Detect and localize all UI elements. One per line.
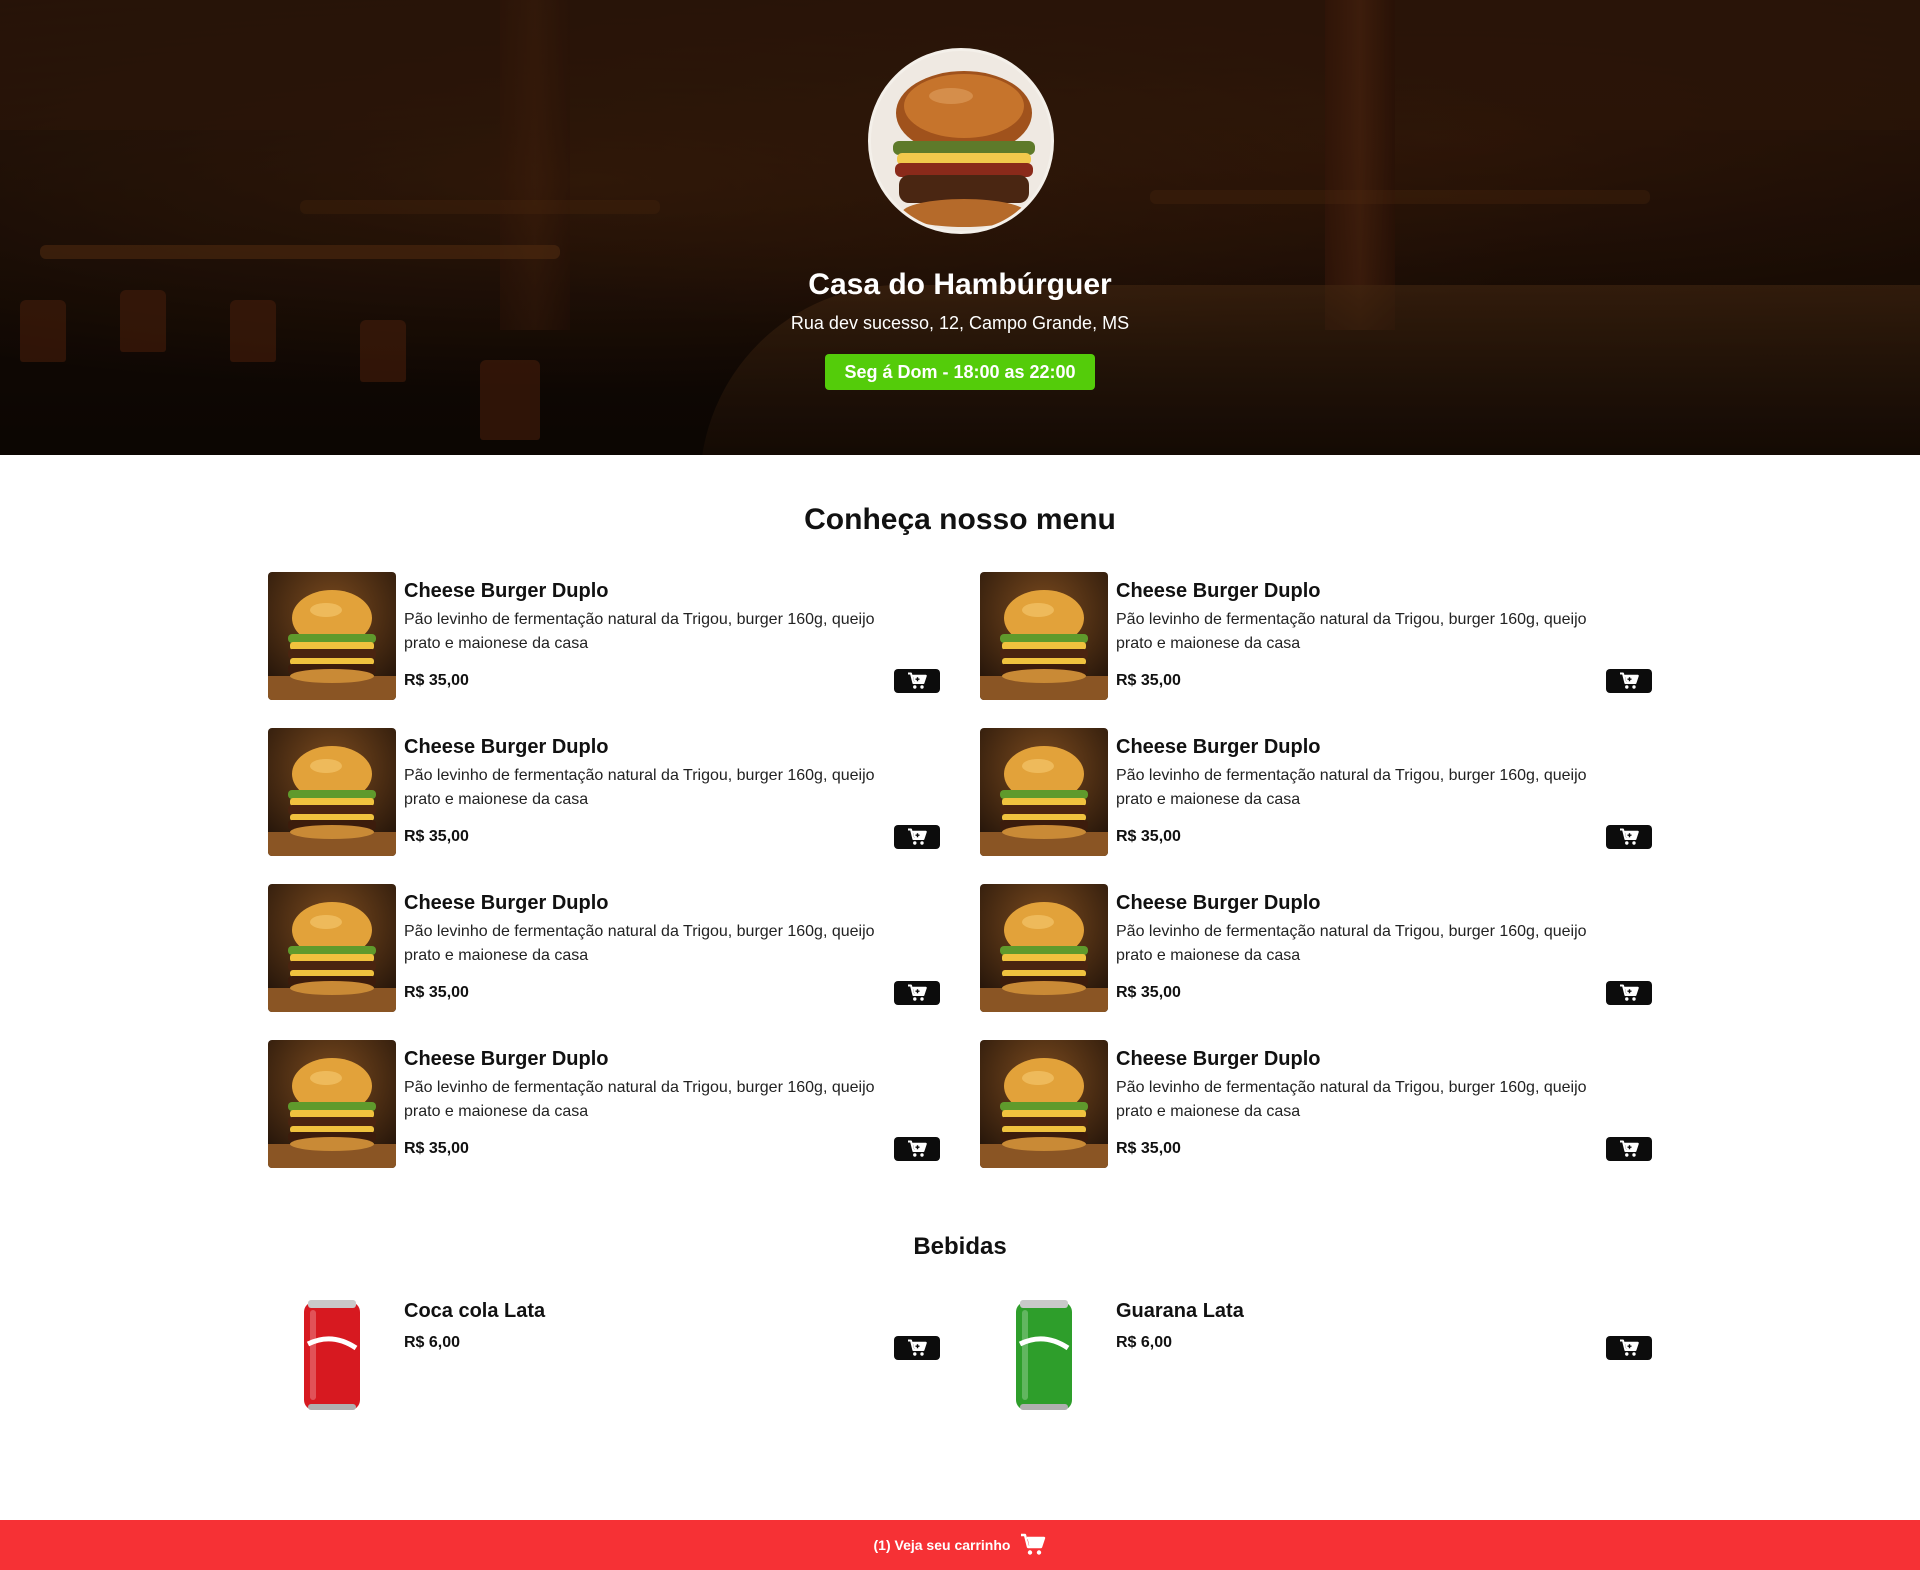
cart-plus-icon: [907, 1140, 927, 1158]
menu-item: Cheese Burger Duplo Pão levinho de ferme…: [980, 728, 1652, 856]
menu-item-name: Cheese Burger Duplo: [1116, 892, 1321, 914]
shopping-cart-icon: [1021, 1533, 1046, 1555]
add-to-cart-button[interactable]: [1606, 981, 1652, 1005]
menu-item: Cheese Burger Duplo Pão levinho de ferme…: [980, 884, 1652, 1012]
menu-item-name: Cheese Burger Duplo: [404, 580, 609, 602]
burger-photo: [268, 884, 396, 1012]
cart-plus-icon: [1619, 984, 1639, 1002]
menu-item: Cheese Burger Duplo Pão levinho de ferme…: [268, 572, 940, 700]
menu-item-price: R$ 35,00: [1116, 828, 1181, 845]
burger-photo: [980, 572, 1108, 700]
view-cart-button[interactable]: (1) Veja seu carrinho: [0, 1520, 1920, 1570]
drink-item-price: R$ 6,00: [404, 1334, 461, 1351]
menu-item-name: Cheese Burger Duplo: [1116, 1048, 1321, 1070]
cart-plus-icon: [1619, 828, 1639, 846]
menu-item-description: Pão levinho de fermentação natural da Tr…: [404, 767, 875, 808]
menu-item: Cheese Burger Duplo Pão levinho de ferme…: [268, 884, 940, 1012]
menu-item-name: Cheese Burger Duplo: [404, 1048, 609, 1070]
drink-item-name: Guarana Lata: [1116, 1300, 1244, 1322]
add-to-cart-button[interactable]: [894, 1137, 940, 1161]
menu-item-description: Pão levinho de fermentação natural da Tr…: [404, 923, 875, 964]
menu-item-price: R$ 35,00: [404, 1140, 469, 1157]
burger-photo: [268, 572, 396, 700]
burger-photo: [268, 1040, 396, 1168]
restaurant-logo: [868, 48, 1054, 234]
add-to-cart-button[interactable]: [1606, 669, 1652, 693]
menu-item-description: Pão levinho de fermentação natural da Tr…: [404, 611, 875, 652]
cart-plus-icon: [907, 1339, 927, 1357]
burger-photo: [980, 884, 1108, 1012]
add-to-cart-button[interactable]: [1606, 1336, 1652, 1360]
menu-item-description: Pão levinho de fermentação natural da Tr…: [1116, 1079, 1587, 1120]
burger-photo: [268, 728, 396, 856]
view-cart-label: (1) Veja seu carrinho: [873, 1537, 1011, 1553]
drink-item-name: Coca cola Lata: [404, 1300, 546, 1322]
burger-photo: [980, 1040, 1108, 1168]
menu-item: Cheese Burger Duplo Pão levinho de ferme…: [268, 728, 940, 856]
drink-can-photo: [268, 1292, 396, 1420]
cart-plus-icon: [1619, 1140, 1639, 1158]
cart-plus-icon: [907, 672, 927, 690]
menu-item-name: Cheese Burger Duplo: [404, 892, 609, 914]
burger-logo-image: [871, 51, 1051, 231]
restaurant-name: Casa do Hambúrguer: [808, 268, 1112, 301]
menu-item-price: R$ 35,00: [404, 672, 469, 689]
menu-item-name: Cheese Burger Duplo: [1116, 580, 1321, 602]
cart-plus-icon: [907, 828, 927, 846]
menu-item-description: Pão levinho de fermentação natural da Tr…: [1116, 611, 1587, 652]
burger-photo: [980, 728, 1108, 856]
add-to-cart-button[interactable]: [894, 825, 940, 849]
menu-item: Cheese Burger Duplo Pão levinho de ferme…: [980, 1040, 1652, 1168]
menu-item-name: Cheese Burger Duplo: [1116, 736, 1321, 758]
add-to-cart-button[interactable]: [894, 669, 940, 693]
menu-item-price: R$ 35,00: [404, 828, 469, 845]
opening-hours-badge: Seg á Dom - 18:00 as 22:00: [825, 354, 1095, 390]
drinks-section-title: Bebidas: [913, 1233, 1007, 1260]
restaurant-address: Rua dev sucesso, 12, Campo Grande, MS: [790, 313, 1130, 333]
menu-section-title: Conheça nosso menu: [804, 503, 1116, 536]
drink-item-price: R$ 6,00: [1116, 1334, 1173, 1351]
hero-header: Casa do Hambúrguer Rua dev sucesso, 12, …: [0, 0, 1920, 455]
menu-item: Cheese Burger Duplo Pão levinho de ferme…: [980, 572, 1652, 700]
menu-item-price: R$ 35,00: [1116, 672, 1181, 689]
cart-plus-icon: [1619, 1339, 1639, 1357]
add-to-cart-button[interactable]: [894, 1336, 940, 1360]
drink-can-photo: [980, 1292, 1108, 1420]
menu-item-name: Cheese Burger Duplo: [404, 736, 609, 758]
menu-item-price: R$ 35,00: [404, 984, 469, 1001]
add-to-cart-button[interactable]: [1606, 1137, 1652, 1161]
menu-item-price: R$ 35,00: [1116, 984, 1181, 1001]
drink-item: Guarana Lata R$ 6,00: [980, 1292, 1652, 1420]
cart-plus-icon: [907, 984, 927, 1002]
menu-item-description: Pão levinho de fermentação natural da Tr…: [1116, 923, 1587, 964]
menu-item-price: R$ 35,00: [1116, 1140, 1181, 1157]
add-to-cart-button[interactable]: [1606, 825, 1652, 849]
add-to-cart-button[interactable]: [894, 981, 940, 1005]
menu-item-description: Pão levinho de fermentação natural da Tr…: [1116, 767, 1587, 808]
cart-plus-icon: [1619, 672, 1639, 690]
drink-item: Coca cola Lata R$ 6,00: [268, 1292, 940, 1420]
menu-item-description: Pão levinho de fermentação natural da Tr…: [404, 1079, 875, 1120]
menu-item: Cheese Burger Duplo Pão levinho de ferme…: [268, 1040, 940, 1168]
